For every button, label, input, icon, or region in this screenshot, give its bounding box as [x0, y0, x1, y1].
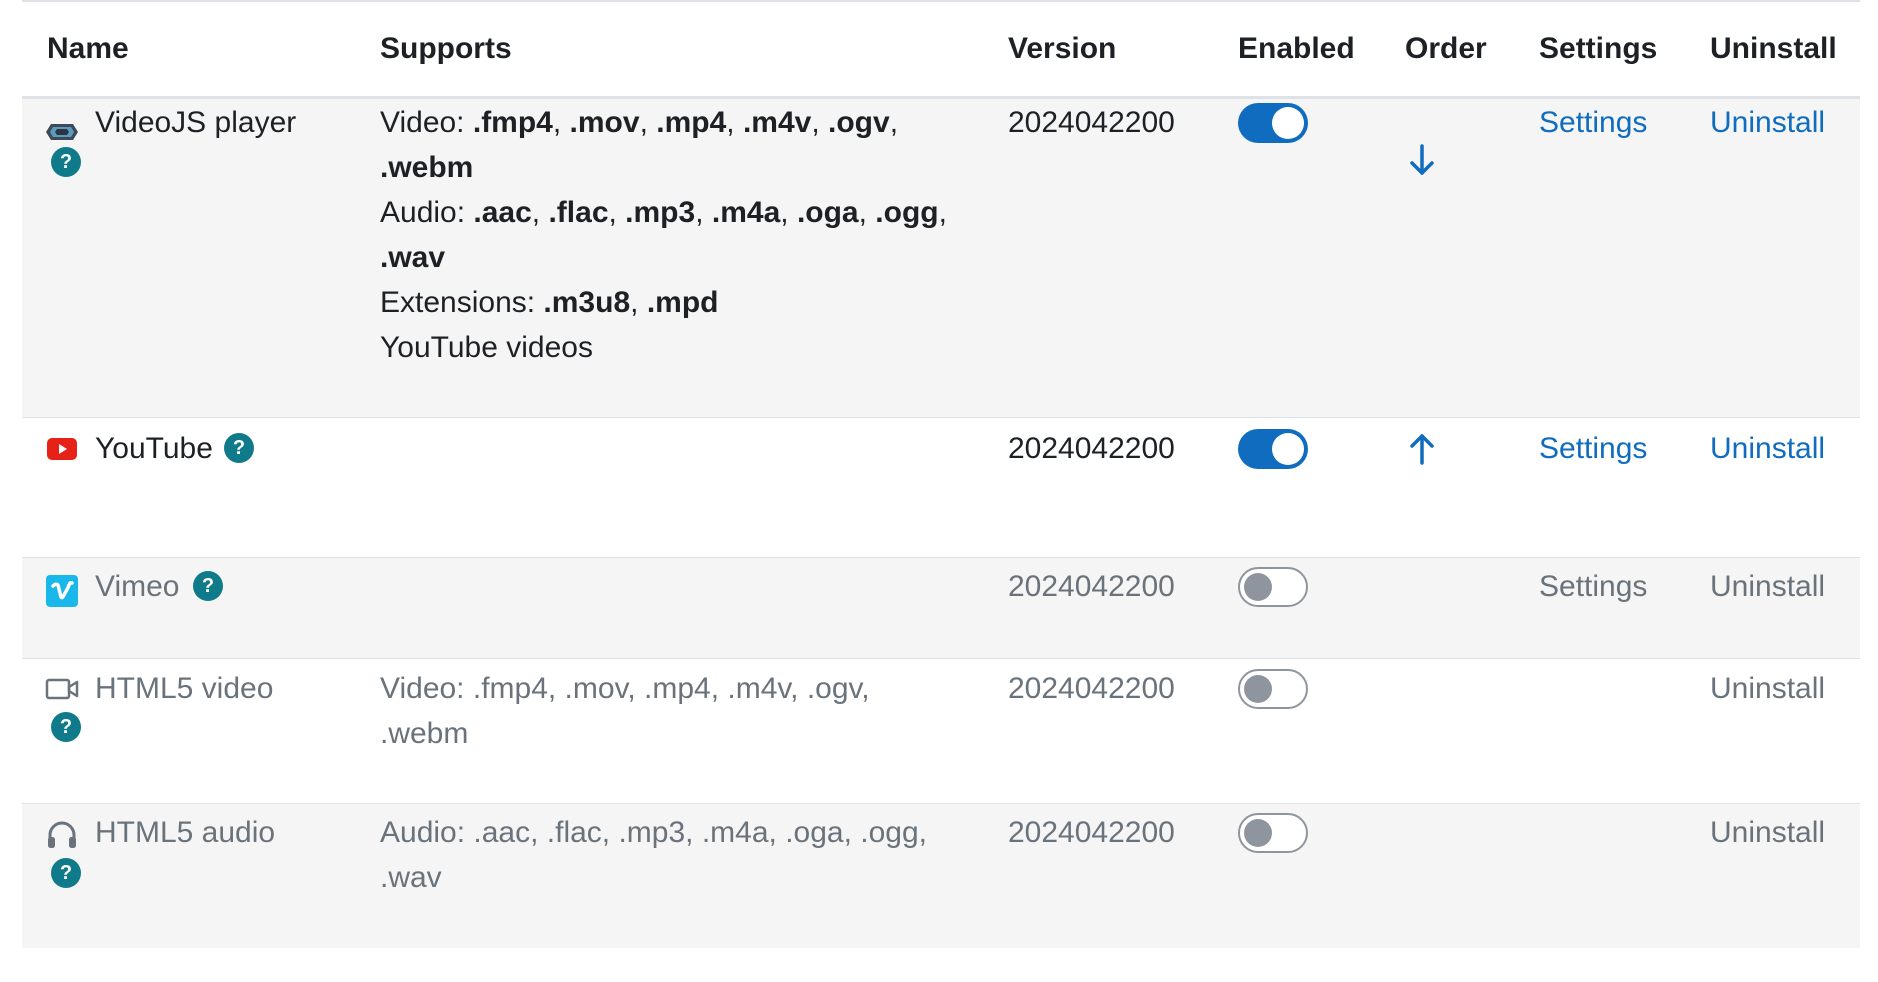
enabled-toggle[interactable] — [1238, 567, 1308, 607]
help-icon[interactable]: ? — [224, 433, 254, 463]
vimeo-icon — [46, 575, 78, 607]
supports-list: Video: .fmp4, .mov, .mp4, .m4v, .ogv, .w… — [380, 672, 870, 750]
supports-audio: Audio: .aac, .flac, .mp3, .m4a, .oga, .o… — [380, 196, 947, 274]
header-order: Order — [1405, 32, 1487, 65]
header-enabled: Enabled — [1238, 32, 1355, 65]
header-settings: Settings — [1539, 32, 1658, 65]
uninstall-link[interactable]: Uninstall — [1710, 564, 1825, 609]
table-row: VideoJS player ? Video: .fmp4, .mov, .mp… — [22, 99, 1860, 418]
help-icon[interactable]: ? — [51, 712, 81, 742]
version: 2024042200 — [1008, 816, 1175, 849]
table-header: Name Supports Version Enabled Order Sett… — [22, 2, 1860, 99]
uninstall-link[interactable]: Uninstall — [1710, 810, 1825, 855]
supports-list: Audio: .aac, .flac, .mp3, .m4a, .oga, .o… — [380, 816, 927, 894]
header-uninstall: Uninstall — [1710, 32, 1837, 65]
videojs-icon — [46, 124, 78, 140]
version: 2024042200 — [1008, 106, 1175, 139]
plugin-name: VideoJS player — [95, 106, 297, 139]
header-name: Name — [47, 32, 129, 65]
supports-extra: YouTube videos — [380, 331, 593, 364]
supports-video: Video: .fmp4, .mov, .mp4, .m4v, .ogv, .w… — [380, 106, 899, 184]
plugin-name: HTML5 audio — [95, 816, 276, 849]
table-row: HTML5 video ? Video: .fmp4, .mov, .mp4, … — [22, 659, 1860, 804]
help-icon[interactable]: ? — [51, 147, 81, 177]
enabled-toggle[interactable] — [1238, 429, 1308, 469]
supports-extensions: Extensions: .m3u8, .mpd — [380, 286, 719, 319]
help-icon[interactable]: ? — [193, 571, 223, 601]
video-camera-icon — [45, 678, 79, 700]
uninstall-link[interactable]: Uninstall — [1710, 426, 1825, 471]
version: 2024042200 — [1008, 432, 1175, 465]
settings-link[interactable]: Settings — [1539, 100, 1647, 145]
plugin-name: Vimeo — [95, 570, 180, 603]
help-icon[interactable]: ? — [51, 858, 81, 888]
version: 2024042200 — [1008, 570, 1175, 603]
enabled-toggle[interactable] — [1238, 103, 1308, 143]
enabled-toggle[interactable] — [1238, 669, 1308, 709]
header-supports: Supports — [380, 32, 512, 65]
table-row: Vimeo ? 2024042200 Settings Uninstall — [22, 558, 1860, 659]
plugin-name: HTML5 video — [95, 672, 274, 705]
uninstall-link[interactable]: Uninstall — [1710, 666, 1825, 711]
enabled-toggle[interactable] — [1238, 813, 1308, 853]
settings-link[interactable]: Settings — [1539, 564, 1647, 609]
headphones-icon — [48, 821, 76, 848]
move-up-icon[interactable] — [1407, 432, 1437, 466]
media-players-table: Name Supports Version Enabled Order Sett… — [0, 0, 1878, 982]
table-row: HTML5 audio ? Audio: .aac, .flac, .mp3, … — [22, 804, 1860, 948]
settings-link[interactable]: Settings — [1539, 426, 1647, 471]
youtube-icon — [47, 438, 77, 460]
version: 2024042200 — [1008, 672, 1175, 705]
uninstall-link[interactable]: Uninstall — [1710, 100, 1825, 145]
move-down-icon[interactable] — [1407, 143, 1437, 177]
supports-list: Video: .fmp4, .mov, .mp4, .m4v, .ogv, .w… — [380, 100, 960, 370]
header-version: Version — [1008, 32, 1117, 65]
plugin-name: YouTube — [95, 432, 213, 465]
table-row: YouTube ? 2024042200 Settings Uninstall — [22, 418, 1860, 558]
